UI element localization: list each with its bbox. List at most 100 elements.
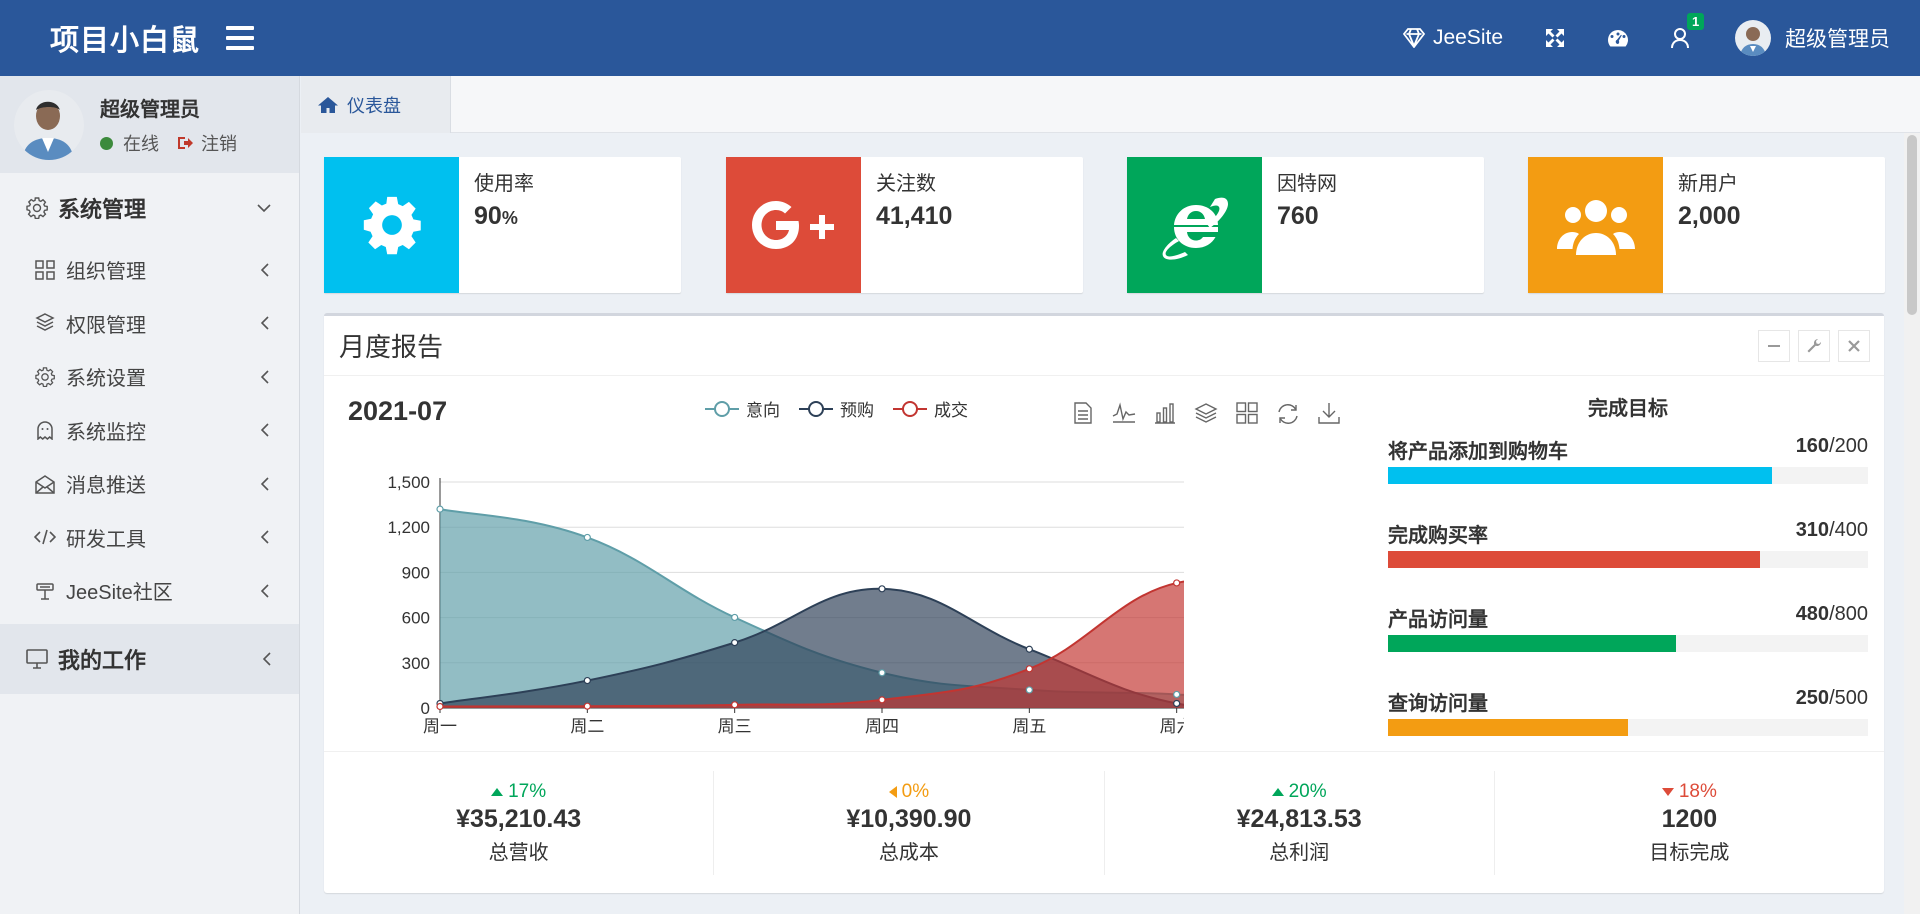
- sidebar-user-name: 超级管理员: [100, 99, 200, 121]
- legend-marker: [799, 400, 833, 417]
- chevron-left-icon: [261, 316, 269, 330]
- data-point: [436, 702, 444, 711]
- sidebar-item-permission[interactable]: 权限管理: [0, 297, 299, 351]
- download-button[interactable]: [1308, 402, 1349, 426]
- scroll-thumb[interactable]: [1907, 135, 1917, 315]
- goal-name: 完成购买率: [1388, 525, 1488, 547]
- data-point: [583, 702, 591, 710]
- data-view-button[interactable]: [1062, 402, 1103, 426]
- fullscreen-button[interactable]: [1545, 28, 1565, 48]
- sidebar-item-monitor[interactable]: 系统监控: [0, 404, 299, 458]
- data-point: [1025, 686, 1033, 694]
- info-icon-bg: [1127, 157, 1262, 293]
- goal-total: /400: [1829, 519, 1868, 541]
- monthly-report-box: 月度报告 2021-07 意向 预购 成交 0 300 600 900 1,20…: [324, 313, 1884, 893]
- user-menu[interactable]: 超级管理员: [1735, 20, 1890, 56]
- caret-up-icon: [491, 787, 504, 796]
- progress-bar: [1388, 719, 1628, 736]
- restore-button[interactable]: [1267, 402, 1308, 426]
- stat-item-goal: 18% 1200 目标完成: [1495, 771, 1884, 875]
- stat-value: 1200: [1661, 804, 1718, 833]
- sidebar-item-settings[interactable]: 系统设置: [0, 350, 299, 404]
- progress-track: [1388, 551, 1868, 568]
- stat-label: 总营收: [488, 841, 549, 864]
- stat-item-revenue: 17% ¥35,210.43 总营收: [324, 770, 715, 875]
- stat-pct: 0%: [714, 781, 1103, 803]
- tiled-button[interactable]: [1226, 402, 1267, 426]
- chevron-left-icon: [261, 584, 269, 598]
- collapse-button[interactable]: [1758, 330, 1790, 362]
- legend-label: 预购: [840, 401, 874, 420]
- diamond-icon: [1402, 28, 1425, 48]
- menu-system-management[interactable]: 系统管理: [0, 173, 299, 243]
- chevron-left-icon: [261, 530, 269, 544]
- goal-item: 产品访问量 480/800: [1388, 603, 1868, 652]
- sidebar-item-devtools[interactable]: 研发工具: [0, 511, 299, 565]
- community-icon: [36, 583, 54, 600]
- sidebar: 超级管理员 在线 注销 系统管理 组织管理 权限管理 系统设置 系统监控 消息推…: [0, 76, 300, 914]
- legend-item[interactable]: 意向: [704, 396, 780, 421]
- logout-icon[interactable]: [177, 135, 193, 151]
- close-button[interactable]: [1838, 330, 1870, 362]
- chevron-left-icon: [261, 370, 269, 384]
- page-scrollbar[interactable]: [1904, 133, 1920, 914]
- brand-link[interactable]: JeeSite: [1402, 26, 1503, 50]
- org-icon: [35, 260, 55, 280]
- permission-icon: [35, 313, 55, 332]
- goal-total: /500: [1829, 687, 1868, 709]
- progress-track: [1388, 467, 1868, 484]
- wrench-icon: [1807, 338, 1821, 353]
- users-icon: [1556, 200, 1635, 255]
- data-point: [1025, 645, 1033, 653]
- sidebar-item-community[interactable]: JeeSite社区: [0, 564, 299, 618]
- stat-label: 总利润: [1269, 841, 1330, 864]
- sidebar-item-label: 消息推送: [66, 475, 146, 498]
- notification-button[interactable]: 1: [1671, 13, 1705, 49]
- y-tick-label: 600: [402, 609, 430, 628]
- box-header: 月度报告: [324, 316, 1884, 376]
- menu-my-work[interactable]: 我的工作: [0, 623, 299, 694]
- home-icon: [318, 96, 338, 113]
- caret-down-icon: [1661, 787, 1674, 796]
- close-icon: [1848, 340, 1860, 352]
- line-chart-button[interactable]: [1103, 402, 1144, 426]
- minus-icon: [1768, 345, 1780, 347]
- avatar: [1735, 20, 1771, 56]
- legend-marker: [893, 400, 927, 417]
- app-title[interactable]: 项目小白鼠: [0, 0, 300, 76]
- caret-left-icon: [888, 785, 897, 798]
- header-user-name: 超级管理员: [1785, 28, 1890, 51]
- info-box-followers: 关注数 41,410: [726, 157, 1083, 293]
- goal-item: 查询访问量 250/500: [1388, 687, 1868, 736]
- document-icon: [1073, 402, 1092, 424]
- logout-link[interactable]: 注销: [201, 130, 237, 156]
- theme-button[interactable]: [1607, 29, 1629, 47]
- submenu-system: 组织管理 权限管理 系统设置 系统监控 消息推送 研发工具 JeeSite社区: [0, 243, 299, 624]
- y-tick-label: 1,500: [387, 473, 430, 492]
- y-tick-label: 0: [421, 699, 430, 718]
- box-footer: 17% ¥35,210.43 总营收 0% ¥10,390.90 总成本 20%…: [324, 751, 1884, 893]
- bar-chart-button[interactable]: [1144, 402, 1185, 426]
- settings-button[interactable]: [1798, 330, 1830, 362]
- stat-value: ¥35,210.43: [456, 804, 582, 833]
- tab-dashboard[interactable]: 仪表盘: [301, 76, 451, 133]
- goals-panel: 完成目标 将产品添加到购物车 160/200 完成购买率 310/400 产品访问量…: [1388, 392, 1868, 771]
- sidebar-toggle-icon[interactable]: [226, 26, 254, 50]
- sidebar-item-org[interactable]: 组织管理: [0, 243, 299, 297]
- data-point: [1173, 579, 1181, 587]
- legend-item[interactable]: 预购: [798, 396, 874, 421]
- info-value: 2,000: [1678, 202, 1741, 230]
- info-label: 关注数: [876, 173, 936, 195]
- progress-track: [1388, 635, 1868, 652]
- tab-label: 仪表盘: [347, 95, 401, 116]
- info-value: 760: [1277, 202, 1319, 230]
- legend-label: 成交: [934, 401, 968, 420]
- data-point: [1173, 690, 1181, 699]
- sidebar-item-message[interactable]: 消息推送: [0, 457, 299, 511]
- data-point: [731, 701, 739, 709]
- header-nav: JeeSite 1 超级管理员: [1361, 0, 1890, 76]
- stack-button[interactable]: [1185, 402, 1226, 426]
- x-tick-label: 周一: [423, 717, 457, 736]
- info-box-new-users: 新用户 2,000: [1528, 157, 1885, 293]
- legend-item[interactable]: 成交: [892, 396, 968, 421]
